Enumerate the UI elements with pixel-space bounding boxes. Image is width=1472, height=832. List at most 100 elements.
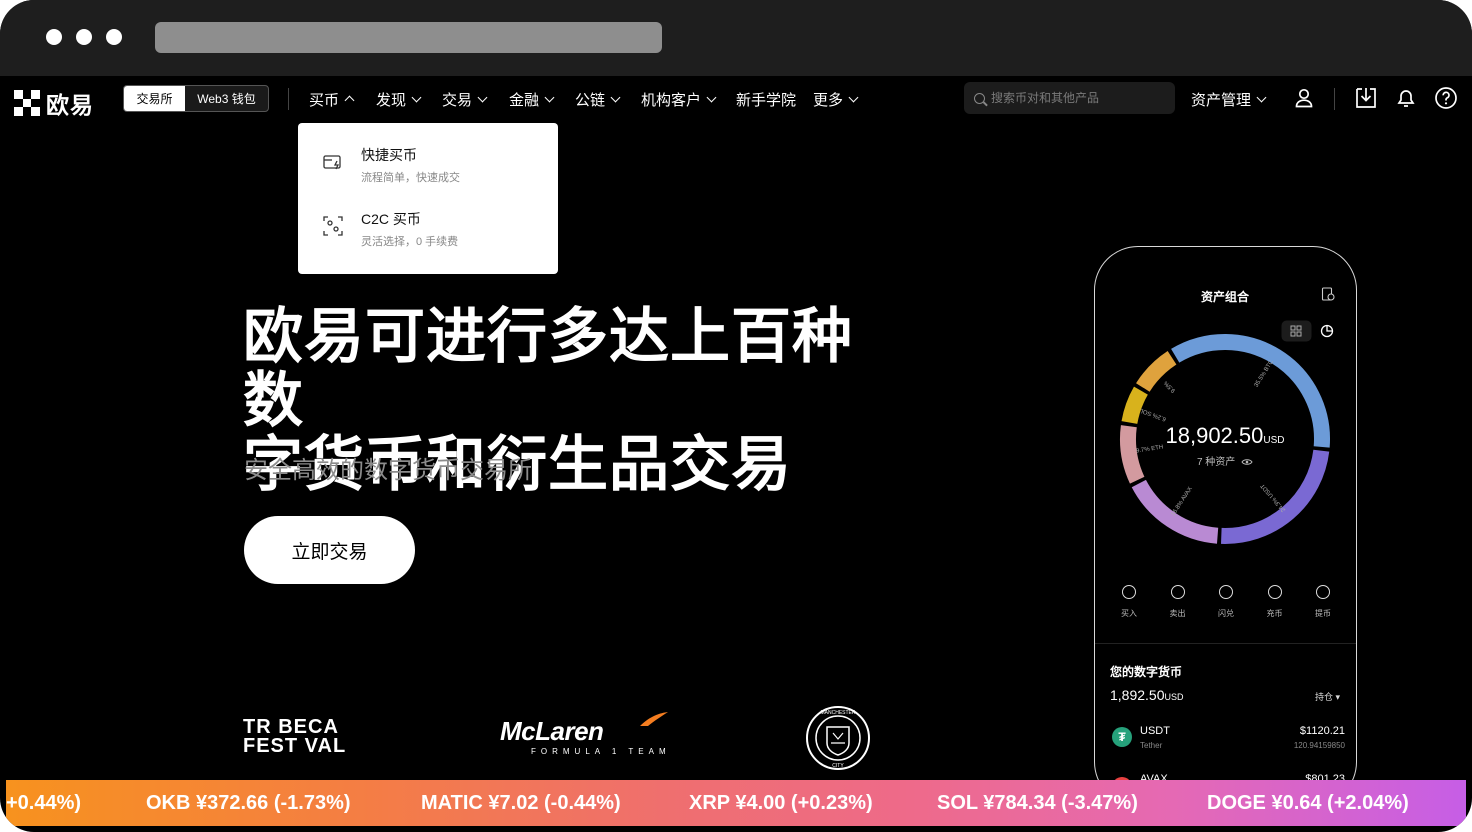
donut-label: 16.8% AVAX (1170, 486, 1193, 517)
ticker-item[interactable]: +0.44%) (6, 792, 81, 815)
c2c-icon (323, 216, 343, 236)
chevron-down-icon (706, 92, 717, 102)
menu-buy-crypto[interactable]: 买币 (309, 76, 355, 122)
menu-chain[interactable]: 公链 (575, 76, 621, 122)
menu-asset-management[interactable]: 资产管理 (1191, 76, 1267, 122)
action-deposit: 充币 (1253, 585, 1297, 619)
trade-now-button[interactable]: 立即交易 (244, 516, 415, 584)
coin-row: ₮ USDT Tether $1120.21 120.94159850 (1110, 725, 1345, 755)
search-input[interactable] (991, 91, 1161, 105)
action-label: 卖出 (1169, 609, 1186, 618)
menu-academy[interactable]: 新手学院 (736, 76, 796, 122)
withdraw-circle-icon (1316, 585, 1330, 599)
address-bar[interactable] (155, 22, 662, 53)
help-icon[interactable] (1434, 86, 1458, 110)
bell-icon[interactable] (1394, 86, 1418, 110)
menu-label: 更多 (813, 91, 844, 109)
coin-value: $1120.21 (1299, 725, 1345, 737)
quick-buy-icon (323, 155, 341, 170)
dropdown-item-quick-buy[interactable]: 快捷买币 流程简单，快速成交 (298, 131, 558, 195)
search-box (964, 82, 1175, 114)
window-maximize-dot[interactable] (106, 29, 122, 45)
holdings-label: 持仓 (1315, 692, 1334, 702)
manchester-city-logo: MANCHESTER CITY (806, 706, 870, 770)
ticker-item[interactable]: OKB ¥372.66 (-1.73%) (146, 792, 351, 815)
balance-value: 1,892.50 (1110, 687, 1165, 703)
chevron-down-icon (477, 92, 488, 102)
action-label: 提币 (1315, 609, 1331, 618)
menu-institutional[interactable]: 机构客户 (641, 76, 717, 122)
chevron-down-icon (610, 92, 621, 102)
plus-circle-icon (1122, 585, 1136, 599)
dropdown-item-subtitle: 灵活选择，0 手续费 (361, 236, 459, 248)
mclaren-subtitle: FORMULA 1 TEAM (531, 747, 671, 756)
portfolio-total: 18,902.50USD (1115, 423, 1335, 449)
phone-mockup: 资产组合 35.5% BTC 24.3% USDT 16.8% AVAX 9.7% E… (1094, 246, 1357, 806)
action-withdraw: 提币 (1301, 585, 1345, 619)
crypto-balance: 1,892.50USD (1110, 687, 1184, 703)
price-ticker: +0.44%) OKB ¥372.66 (-1.73%) MATIC ¥7.02… (6, 780, 1466, 826)
chevron-down-icon (411, 92, 422, 102)
nav-divider (1334, 88, 1335, 110)
menu-label: 新手学院 (736, 91, 797, 109)
menu-label: 发现 (376, 91, 407, 109)
tab-exchange[interactable]: 交易所 (124, 86, 185, 111)
mancity-top-text: MANCHESTER (820, 710, 855, 716)
total-unit: USD (1263, 435, 1285, 446)
menu-label: 金融 (509, 91, 540, 109)
donut-label: 35.5% BTC (1254, 359, 1276, 389)
platform-switch: 交易所 Web3 钱包 (123, 85, 269, 112)
balance-unit: USD (1164, 692, 1184, 702)
menu-more[interactable]: 更多 (813, 76, 859, 122)
window-close-dot[interactable] (46, 29, 62, 45)
action-buy: 买入 (1107, 585, 1151, 619)
mancity-bottom-text: CITY (832, 763, 844, 769)
action-sell: 卖出 (1156, 585, 1200, 619)
deposit-circle-icon (1267, 585, 1282, 599)
usdt-icon: ₮ (1112, 727, 1132, 747)
donut-label: 6.2% SOL (1139, 406, 1167, 421)
mclaren-swoosh-icon (640, 712, 668, 726)
total-value: 18,902.50 (1165, 423, 1264, 448)
menu-finance[interactable]: 金融 (509, 76, 555, 122)
minus-circle-icon (1170, 585, 1185, 599)
chevron-down-icon (848, 92, 859, 102)
ticker-item[interactable]: MATIC ¥7.02 (-0.44%) (421, 792, 621, 815)
phone-actions: 买入 卖出 闪兑 充币 提币 (1107, 585, 1345, 619)
chevron-up-icon (344, 95, 355, 106)
tab-web3-wallet[interactable]: Web3 钱包 (185, 86, 268, 111)
download-icon[interactable] (1354, 86, 1378, 110)
brand-logo[interactable]: 欧易 (14, 86, 94, 120)
ticker-item[interactable]: XRP ¥4.00 (+0.23%) (689, 792, 873, 815)
menu-label: 公链 (575, 91, 606, 109)
chevron-down-icon (1256, 92, 1267, 102)
top-nav: 欧易 交易所 Web3 钱包 买币 发现 交易 金融 公链 机构客户 新手学院 … (0, 76, 1472, 122)
asset-count-label: 7 种资产 (1196, 457, 1236, 468)
nav-divider (288, 88, 289, 110)
menu-trade[interactable]: 交易 (442, 76, 488, 122)
ticker-item[interactable]: DOGE ¥0.64 (+2.04%) (1207, 792, 1409, 815)
donut-label: 24.3% USDT (1260, 482, 1288, 513)
asset-count: 7 种资产 (1115, 453, 1335, 468)
ticker-item[interactable]: SOL ¥784.34 (-3.47%) (937, 792, 1138, 815)
action-label: 充币 (1266, 609, 1283, 618)
action-convert: 闪兑 (1204, 585, 1248, 619)
menu-discover[interactable]: 发现 (376, 76, 422, 122)
browser-chrome (0, 0, 1472, 76)
mclaren-logo: McLaren FORMULA 1 TEAM (500, 712, 671, 756)
holdings-sort: 持仓 ▾ (1315, 692, 1341, 702)
history-icon (1321, 287, 1335, 301)
buy-crypto-dropdown: 快捷买币 流程简单，快速成交 C2C 买币 灵活选择，0 手续费 (298, 123, 558, 274)
eye-icon (1241, 459, 1253, 466)
hero-subtitle: 安全高效的数字货币交易所 (244, 457, 532, 484)
your-crypto-heading: 您的数字货币 (1110, 665, 1183, 679)
window-minimize-dot[interactable] (76, 29, 92, 45)
chevron-down-icon (544, 92, 555, 102)
menu-label: 机构客户 (641, 91, 702, 109)
brand-name: 欧易 (46, 92, 94, 118)
dropdown-item-c2c[interactable]: C2C 买币 灵活选择，0 手续费 (298, 195, 558, 259)
user-icon[interactable] (1292, 86, 1316, 110)
dropdown-item-title: 快捷买币 (361, 147, 417, 163)
menu-label: 交易 (442, 91, 473, 109)
action-label: 闪兑 (1218, 609, 1234, 618)
